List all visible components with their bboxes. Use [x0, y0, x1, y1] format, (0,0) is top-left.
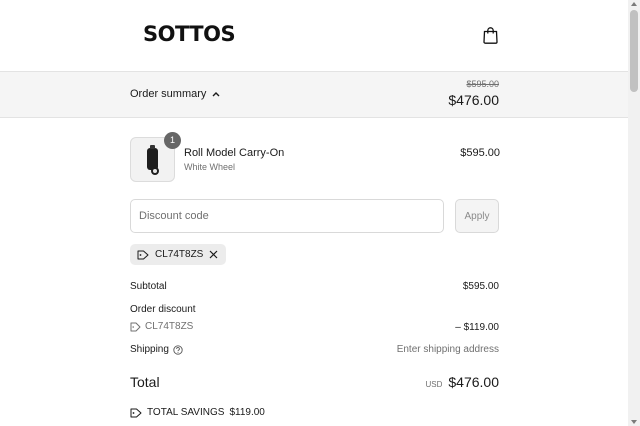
total-value-group: USD $476.00 [426, 374, 500, 390]
close-icon[interactable] [209, 250, 218, 259]
vertical-scrollbar[interactable] [628, 0, 640, 426]
subtotal-value: $595.00 [462, 281, 499, 292]
subtotal-label: Subtotal [130, 281, 167, 292]
brand-logo[interactable]: SOTTOS [143, 22, 236, 46]
total-label: Total [130, 374, 160, 390]
product-variant: White Wheel [184, 162, 236, 172]
currency-code: USD [425, 380, 443, 389]
savings-label: TOTAL SAVINGS [147, 407, 225, 418]
shopping-bag-icon[interactable] [483, 26, 498, 44]
product-name: Roll Model Carry-On [184, 147, 285, 159]
product-price: $595.00 [460, 147, 500, 159]
chevron-up-icon [212, 92, 220, 97]
applied-discount-chip: CL74T8ZS [130, 244, 227, 265]
scroll-up-arrow-icon[interactable] [631, 2, 637, 6]
tag-icon [137, 250, 149, 259]
order-discount-label: Order discount [130, 304, 196, 315]
apply-button[interactable]: Apply [455, 199, 499, 233]
scrollbar-thumb[interactable] [630, 10, 638, 92]
savings-value: $119.00 [229, 407, 265, 418]
scroll-down-arrow-icon[interactable] [631, 420, 637, 424]
quantity-badge: 1 [164, 132, 181, 149]
header: SOTTOS [0, 0, 628, 72]
help-icon[interactable] [173, 344, 183, 355]
tag-icon [130, 408, 142, 417]
shipping-value: Enter shipping address [396, 344, 499, 355]
order-summary-bar: Order summary $595.00 $476.00 [0, 72, 628, 118]
order-discount-value: – $119.00 [455, 322, 499, 333]
order-discount-code: CL74T8ZS [145, 321, 194, 332]
line-item: 1 Roll Model Carry-On White Wheel $595.0… [130, 132, 500, 182]
summary-price: $476.00 [448, 92, 499, 108]
shipping-label: Shipping [130, 344, 169, 355]
order-summary-toggle[interactable]: Order summary [130, 88, 220, 100]
order-summary-label: Order summary [130, 88, 207, 100]
applied-discount-code: CL74T8ZS [155, 249, 204, 260]
total-savings: TOTAL SAVINGS $119.00 [130, 407, 265, 418]
tag-icon [130, 322, 141, 331]
original-price: $595.00 [466, 79, 499, 89]
order-discount-code-row: CL74T8ZS [130, 321, 193, 332]
total-value: $476.00 [448, 374, 499, 390]
shipping-row-label: Shipping [130, 344, 183, 355]
discount-code-input[interactable] [130, 199, 444, 233]
